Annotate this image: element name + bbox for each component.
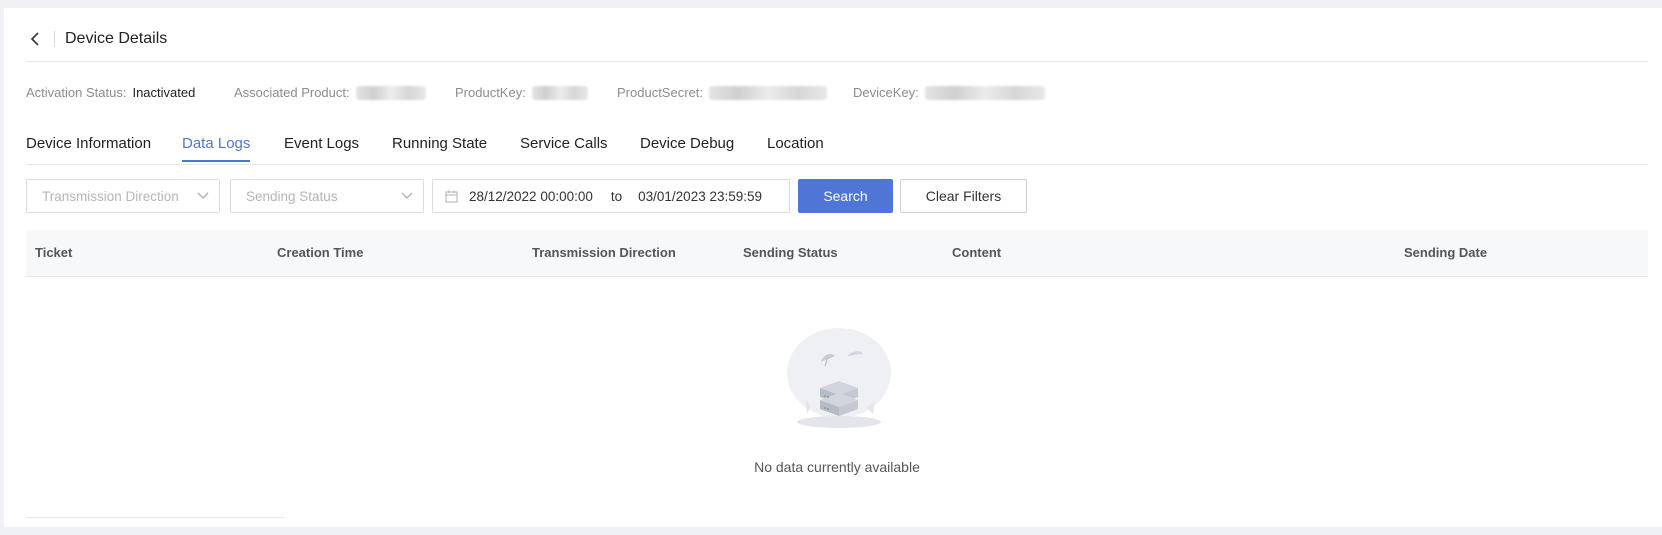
date-start-input[interactable]: 28/12/2022 00:00:00	[469, 189, 593, 204]
transmission-direction-placeholder: Transmission Direction	[42, 188, 179, 204]
page-title: Device Details	[65, 30, 168, 47]
empty-state-illustration	[777, 326, 897, 430]
product-secret-label: ProductSecret:	[617, 85, 703, 100]
product-key-value-redacted	[531, 85, 588, 100]
product-key-label: ProductKey:	[455, 85, 526, 100]
chevron-down-icon	[401, 192, 413, 199]
activation-status-label: Activation Status:	[26, 85, 127, 100]
column-sending-status: Sending Status	[743, 245, 838, 260]
product-secret-value-redacted	[709, 85, 827, 100]
search-button[interactable]: Search	[798, 179, 893, 213]
associated-product-value-redacted	[355, 85, 426, 100]
device-key: DeviceKey:	[853, 85, 1045, 100]
tab-bar: Device Information Data Logs Event Logs …	[26, 128, 1648, 165]
column-ticket: Ticket	[35, 245, 73, 260]
header-divider-line	[26, 61, 1648, 62]
date-range-separator: to	[610, 188, 623, 204]
chevron-down-icon	[197, 192, 209, 199]
tab-location[interactable]: Location	[767, 135, 824, 160]
page-panel: Device Details Activation Status: Inacti…	[4, 8, 1662, 527]
column-sending-date: Sending Date	[1404, 245, 1488, 260]
table-header: Ticket Creation Time Transmission Direct…	[26, 230, 1648, 277]
chevron-left-icon[interactable]	[26, 30, 44, 48]
device-key-label: DeviceKey:	[853, 85, 919, 100]
associated-product: Associated Product:	[234, 85, 426, 100]
associated-product-label: Associated Product:	[234, 85, 350, 100]
clear-filters-button[interactable]: Clear Filters	[900, 179, 1027, 213]
tab-device-debug[interactable]: Device Debug	[640, 135, 734, 160]
device-key-value-redacted	[924, 85, 1045, 100]
tab-data-logs[interactable]: Data Logs	[182, 135, 251, 162]
calendar-icon	[445, 190, 458, 202]
tab-running-state[interactable]: Running State	[392, 135, 487, 160]
date-range-picker[interactable]: 28/12/2022 00:00:00 to 03/01/2023 23:59:…	[432, 179, 790, 213]
activation-status: Activation Status: Inactivated	[26, 85, 195, 100]
sending-status-placeholder: Sending Status	[246, 188, 338, 204]
tab-service-calls[interactable]: Service Calls	[520, 135, 608, 160]
server-box-icon	[787, 328, 891, 428]
column-creation-time: Creation Time	[277, 245, 364, 260]
tab-device-information[interactable]: Device Information	[26, 135, 151, 160]
column-transmission-direction: Transmission Direction	[532, 245, 676, 260]
empty-state-text: No data currently available	[754, 459, 920, 475]
product-secret: ProductSecret:	[617, 85, 827, 100]
page-header: Device Details	[26, 26, 167, 52]
tab-event-logs[interactable]: Event Logs	[284, 135, 359, 160]
product-key: ProductKey:	[455, 85, 588, 100]
pagination-divider	[26, 517, 284, 518]
date-end-input[interactable]: 03/01/2023 23:59:59	[638, 189, 762, 204]
column-content: Content	[952, 245, 1002, 260]
sending-status-select[interactable]: Sending Status	[230, 179, 424, 213]
header-divider	[54, 31, 55, 47]
transmission-direction-select[interactable]: Transmission Direction	[26, 179, 220, 213]
activation-status-value: Inactivated	[132, 85, 196, 100]
